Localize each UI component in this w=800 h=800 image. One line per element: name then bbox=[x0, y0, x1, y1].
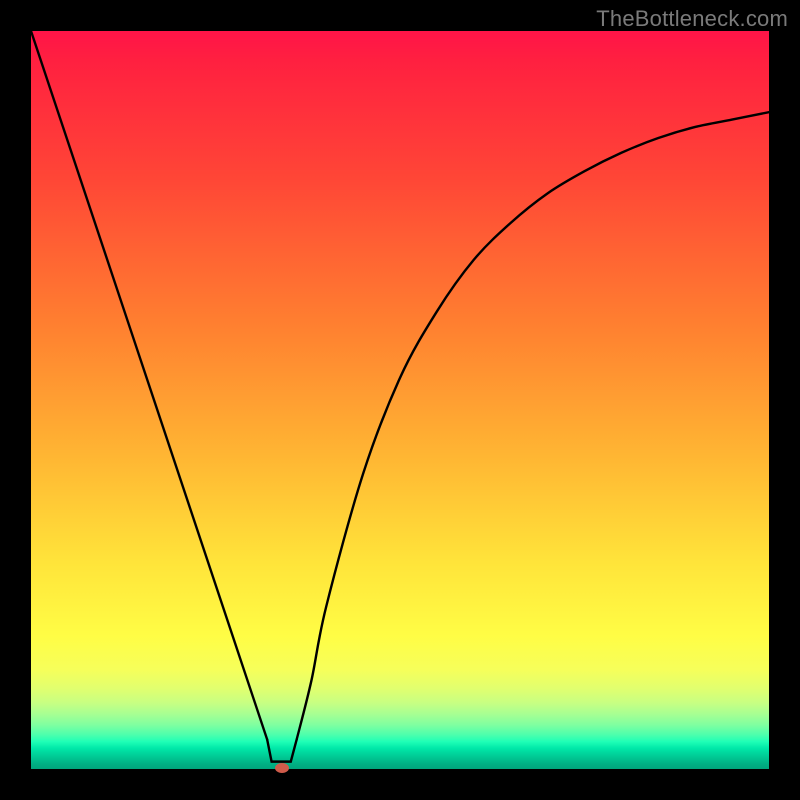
bottleneck-curve bbox=[31, 31, 769, 769]
chart-frame: TheBottleneck.com bbox=[0, 0, 800, 800]
plot-area bbox=[31, 31, 769, 769]
minimum-marker bbox=[275, 763, 289, 773]
watermark-label: TheBottleneck.com bbox=[596, 6, 788, 32]
